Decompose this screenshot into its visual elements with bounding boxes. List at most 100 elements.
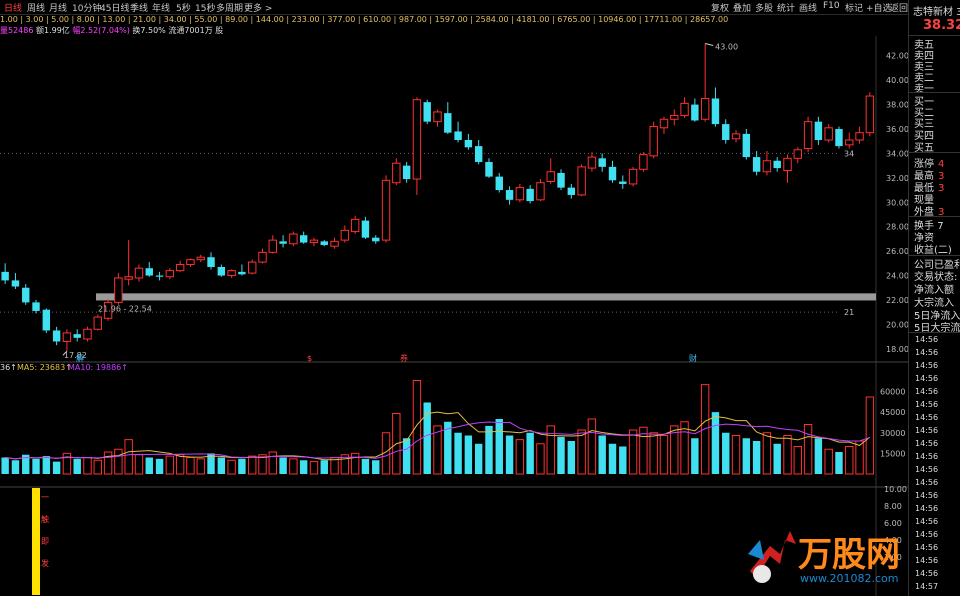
toolbar-button-8[interactable]: 返回: [890, 1, 908, 14]
candle-body: [372, 237, 380, 242]
volume-bar: [742, 438, 751, 474]
volume-tick-label: 15000: [880, 449, 905, 458]
candle-body: [515, 187, 525, 201]
candle-body: [598, 158, 606, 167]
tab-4[interactable]: 45日线: [100, 1, 129, 14]
candle-body: [32, 302, 40, 311]
volume-header-ma5: MA5: 23683↑: [17, 363, 72, 372]
candle-body: [628, 168, 638, 185]
candle-body: [309, 239, 319, 244]
toolbar-button-0[interactable]: 复权: [711, 1, 729, 14]
volume-bar: [536, 443, 545, 475]
toolbar-button-2[interactable]: 多股: [755, 1, 773, 14]
watermark-logo: 万股网 www.201082.com: [748, 531, 900, 585]
candle-body: [114, 277, 123, 303]
volume-bar: [186, 457, 195, 475]
volume-bar: [515, 439, 525, 475]
candle-body: [835, 129, 843, 147]
volume-bar: [835, 452, 843, 474]
volume-bar: [608, 443, 617, 474]
toolbar-button-1[interactable]: 叠加: [733, 1, 751, 14]
volume-bar: [73, 458, 81, 474]
volume-bar: [134, 454, 144, 475]
volume-bar: [577, 429, 586, 475]
candle-body: [474, 146, 483, 162]
candle-body: [52, 330, 61, 342]
volume-bar: [320, 460, 328, 474]
volume-bar: [217, 457, 226, 474]
tab-6[interactable]: 年线: [152, 1, 170, 14]
price-tick-label: 24.00: [886, 272, 908, 281]
toolbar-button-6[interactable]: 标记: [845, 1, 863, 14]
volume-bar: [52, 461, 61, 474]
candle-body: [464, 139, 473, 148]
candle-body: [680, 102, 689, 117]
candle-body: [320, 241, 328, 246]
tab-1[interactable]: 周线: [27, 1, 45, 14]
volume-bar: [803, 424, 813, 475]
candle-body: [773, 160, 781, 169]
toolbar-button-7[interactable]: +自选: [866, 1, 892, 14]
volume-bar: [289, 458, 298, 475]
candle-body: [454, 131, 462, 140]
volume-bar: [402, 438, 411, 474]
volume-bar: [32, 458, 40, 474]
volume-bar: [783, 435, 792, 475]
candle-body: [381, 179, 391, 241]
volume-bar: [350, 452, 360, 475]
candle-body: [340, 229, 350, 241]
candle-body: [567, 187, 576, 195]
candle-body: [526, 188, 534, 202]
candle-body: [361, 220, 370, 238]
tab-10[interactable]: 更多 >: [244, 1, 272, 14]
price-tick-label: 26.00: [886, 247, 908, 256]
volume-bar: [412, 380, 422, 475]
toolbar-button-5[interactable]: F10: [823, 1, 840, 11]
volume-bar: [248, 455, 257, 475]
price-tick-label: 32.00: [886, 174, 908, 183]
volume-tick-label: 60000: [880, 388, 905, 397]
candle-body: [83, 328, 92, 340]
tab-0[interactable]: 日线: [4, 1, 22, 14]
candle-body: [165, 270, 175, 278]
volume-bar: [165, 455, 175, 475]
tab-3[interactable]: 10分钟: [72, 1, 101, 14]
candle-body: [227, 270, 236, 277]
candle-body: [248, 261, 257, 274]
price-tick-label: 34.00: [886, 149, 908, 158]
candle-body: [659, 118, 669, 129]
volume-bar: [372, 460, 380, 474]
tab-9[interactable]: 多周期: [216, 1, 243, 14]
kline-chart[interactable]: 44.0042.0040.0038.0036.0034.0032.0030.00…: [0, 36, 908, 596]
candle-body: [557, 172, 565, 188]
indicator-bar: [32, 488, 40, 595]
tab-2[interactable]: 月线: [49, 1, 67, 14]
high-label: 43.00: [715, 43, 738, 52]
price-tick-label: 20.00: [886, 320, 908, 329]
candle-body: [691, 104, 699, 121]
candle-body: [865, 95, 875, 134]
volume-header-a: 36↑: [0, 363, 17, 372]
volume-bar: [464, 435, 473, 474]
candle-body: [62, 332, 72, 342]
volume-bar: [711, 412, 720, 474]
tick-time: 14:56: [915, 374, 939, 383]
volume-bar: [238, 458, 246, 474]
toolbar-button-3[interactable]: 统计: [777, 1, 795, 14]
candle-body: [845, 139, 854, 146]
tab-8[interactable]: 15秒: [195, 1, 215, 14]
tick-time: 14:56: [915, 543, 939, 552]
volume-bar: [649, 432, 658, 475]
volume-bar: [557, 436, 565, 474]
candle-body: [145, 268, 153, 276]
tick-time: 14:56: [915, 335, 939, 344]
candle-body: [279, 241, 287, 244]
stock-name: 志特新材 3: [913, 7, 960, 18]
toolbar-button-4[interactable]: 画线: [799, 1, 817, 14]
candle-body: [268, 239, 277, 253]
volume-bar: [824, 448, 833, 475]
candle-body: [742, 133, 751, 158]
candle-body: [711, 98, 720, 125]
tab-5[interactable]: 季线: [130, 1, 148, 14]
tab-7[interactable]: 5秒: [176, 1, 191, 14]
